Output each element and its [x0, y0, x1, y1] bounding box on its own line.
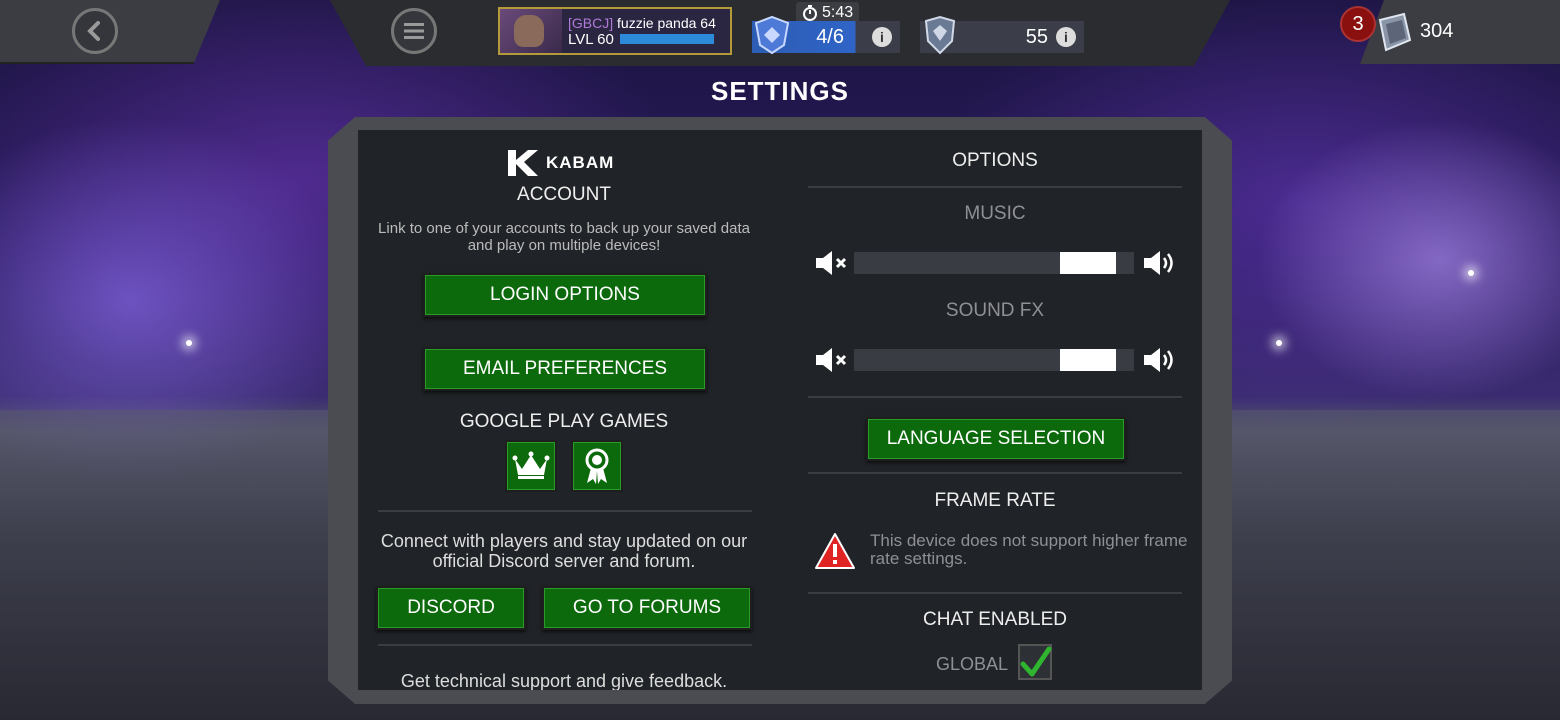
energy-meter[interactable]: 4/6 i — [752, 15, 900, 55]
alliance-tag: [GBCJ] — [568, 14, 614, 31]
divider — [378, 510, 752, 512]
info-icon[interactable]: i — [1056, 27, 1076, 47]
shield-meter[interactable]: 55 i — [920, 15, 1084, 55]
xp-bar — [619, 34, 714, 44]
community-text: Connect with players and stay updated on… — [380, 531, 748, 571]
divider — [808, 592, 1182, 594]
options-section: OPTIONS MUSIC SOUND FX LANGUAGE SELECTIO… — [808, 130, 1188, 690]
kabam-k-icon — [508, 150, 538, 176]
email-preferences-button[interactable]: EMAIL PREFERENCES — [423, 347, 707, 391]
global-chat-checkbox[interactable] — [1018, 644, 1052, 680]
sound-fx-slider[interactable] — [814, 345, 1176, 375]
star — [186, 340, 192, 346]
energy-value: 4/6 — [816, 25, 844, 48]
sound-fx-track[interactable] — [854, 349, 1134, 371]
award-ribbon-icon — [585, 448, 609, 484]
go-to-forums-button[interactable]: GO TO FORUMS — [542, 586, 752, 630]
top-bar: [GBCJ] fuzzie panda 64 LVL 60 5:43 4/6 i… — [0, 0, 1560, 68]
shield-icon — [924, 15, 956, 55]
music-label: MUSIC — [964, 203, 1026, 224]
login-options-button[interactable]: LOGIN OPTIONS — [423, 273, 707, 317]
account-description: Link to one of your accounts to back up … — [378, 220, 750, 254]
chat-enabled-heading: CHAT ENABLED — [923, 609, 1067, 630]
menu-button[interactable] — [391, 8, 437, 54]
options-heading: OPTIONS — [952, 150, 1038, 171]
achievements-button[interactable] — [571, 440, 623, 492]
account-heading: ACCOUNT — [517, 184, 611, 205]
checkmark-icon — [1020, 646, 1052, 677]
stopwatch-icon — [803, 5, 817, 21]
sound-fx-label: SOUND FX — [945, 300, 1045, 321]
divider — [808, 472, 1182, 474]
player-profile[interactable]: [GBCJ] fuzzie panda 64 LVL 60 — [498, 7, 732, 55]
timer-value: 5:43 — [822, 4, 854, 21]
units-count: 304 — [1420, 20, 1454, 42]
kabam-logo: KABAM — [506, 148, 614, 178]
avatar — [500, 9, 562, 53]
info-icon[interactable]: i — [872, 27, 892, 47]
back-button[interactable] — [72, 8, 118, 54]
warning-icon — [815, 533, 855, 569]
player-level: LVL 60 — [568, 30, 614, 48]
shield-value: 55 — [1025, 25, 1048, 48]
settings-panel: KABAM ACCOUNT Link to one of your accoun… — [358, 130, 1202, 690]
volume-max-icon[interactable] — [1142, 248, 1178, 278]
account-section: KABAM ACCOUNT Link to one of your accoun… — [358, 130, 770, 690]
divider — [378, 644, 752, 646]
page-title: SETTINGS — [710, 76, 849, 106]
player-name: fuzzie panda 64 — [617, 14, 716, 31]
discord-button[interactable]: DISCORD — [376, 586, 526, 630]
menu-icon — [404, 23, 424, 39]
units-icon — [1378, 12, 1412, 52]
star — [1468, 270, 1474, 276]
energy-icon — [754, 15, 790, 55]
mute-icon[interactable] — [814, 248, 850, 278]
music-track[interactable] — [854, 252, 1134, 274]
language-selection-button[interactable]: LANGUAGE SELECTION — [866, 417, 1126, 461]
frame-rate-heading: FRAME RATE — [934, 490, 1056, 511]
notification-badge[interactable]: 3 — [1340, 6, 1376, 42]
leaderboards-button[interactable] — [505, 440, 557, 492]
music-slider[interactable] — [814, 248, 1176, 278]
global-chat-label: GLOBAL — [936, 654, 1009, 674]
crown-icon — [512, 451, 550, 479]
frame-rate-note: This device does not support higher fram… — [870, 531, 1188, 568]
sound-fx-thumb[interactable] — [1060, 349, 1116, 371]
mute-icon[interactable] — [814, 345, 850, 375]
google-play-heading: GOOGLE PLAY GAMES — [459, 411, 669, 432]
star — [1276, 340, 1282, 346]
chevron-left-icon — [87, 21, 100, 41]
player-name-line: [GBCJ] fuzzie panda 64 — [568, 15, 716, 31]
support-text: Get technical support and give feedback. — [400, 671, 728, 690]
music-thumb[interactable] — [1060, 252, 1116, 274]
volume-max-icon[interactable] — [1142, 345, 1178, 375]
divider — [808, 396, 1182, 398]
brand-name: KABAM — [546, 153, 615, 172]
divider — [808, 186, 1182, 188]
